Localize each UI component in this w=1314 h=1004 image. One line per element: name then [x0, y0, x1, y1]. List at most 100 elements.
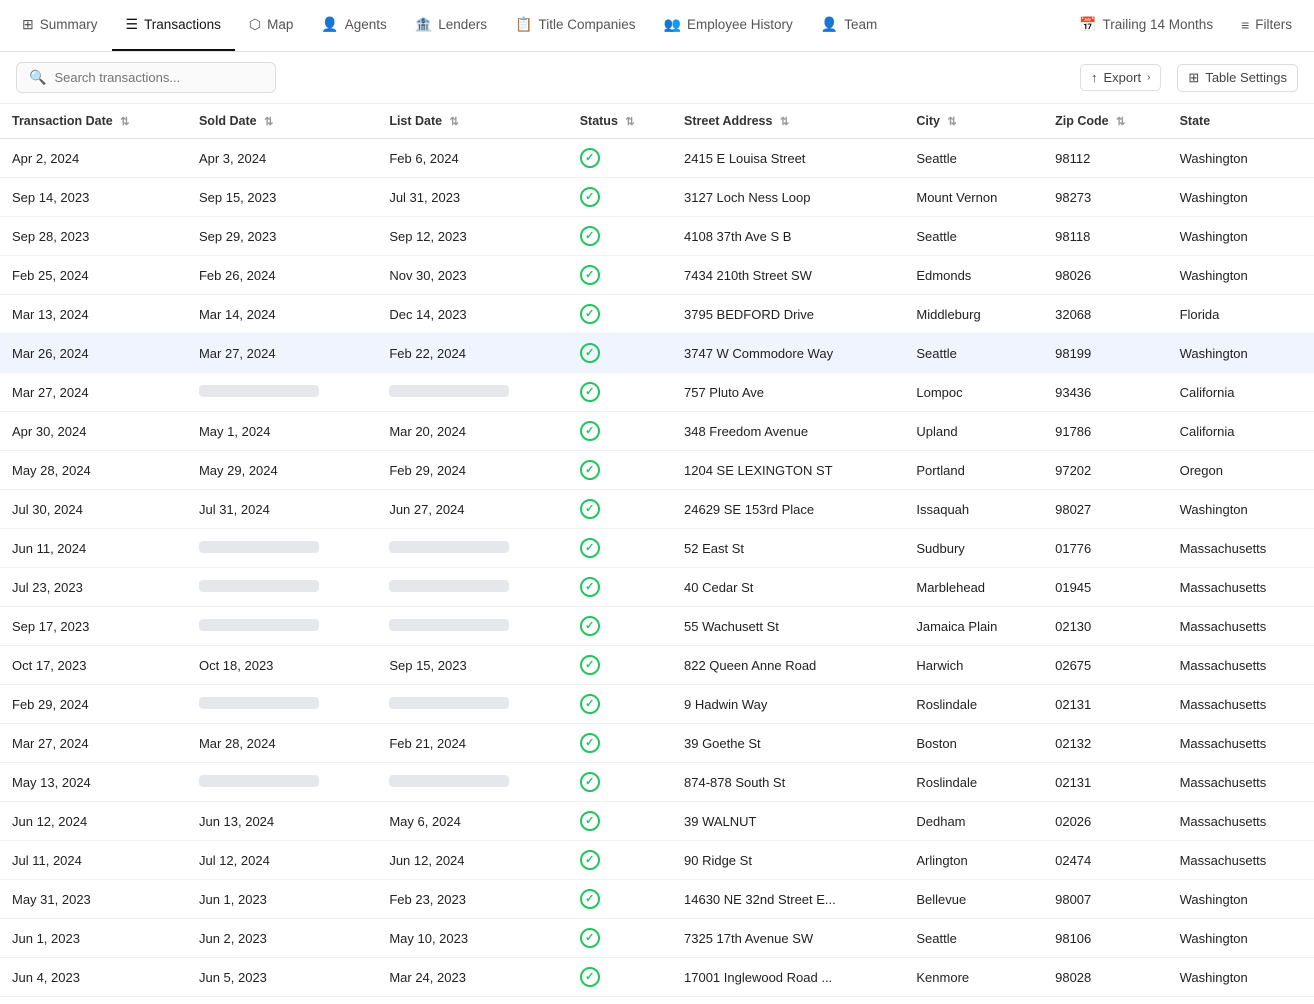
- cell-zip-code: 98112: [1043, 139, 1167, 178]
- cell-status: ✓: [568, 646, 672, 685]
- tab-team[interactable]: 👤 Team: [807, 0, 891, 51]
- status-active-icon: ✓: [580, 421, 600, 441]
- cell-list-date: Jun 12, 2024: [377, 841, 567, 880]
- cell-city: Harwich: [904, 646, 1043, 685]
- tab-filters-label: Filters: [1255, 17, 1292, 32]
- table-row[interactable]: Sep 28, 2023Sep 29, 2023Sep 12, 2023✓410…: [0, 217, 1314, 256]
- cell-city: Seattle: [904, 334, 1043, 373]
- table-row[interactable]: Oct 17, 2023Oct 18, 2023Sep 15, 2023✓822…: [0, 646, 1314, 685]
- table-settings-button[interactable]: ⊞ Table Settings: [1177, 64, 1298, 92]
- search-input[interactable]: [54, 70, 263, 85]
- search-box[interactable]: 🔍: [16, 62, 276, 93]
- tab-filters[interactable]: ≡ Filters: [1227, 0, 1306, 51]
- table-row[interactable]: May 13, 2024✓874-878 South StRoslindale0…: [0, 763, 1314, 802]
- cell-list-date: [377, 607, 567, 646]
- cell-city: Kenmore: [904, 958, 1043, 997]
- col-header-city[interactable]: City ⇅: [904, 104, 1043, 139]
- table-row[interactable]: Jun 11, 2024✓52 East StSudbury01776Massa…: [0, 529, 1314, 568]
- table-row[interactable]: Sep 17, 2023✓55 Wachusett StJamaica Plai…: [0, 607, 1314, 646]
- tab-trailing-months[interactable]: 📅 Trailing 14 Months: [1065, 0, 1227, 51]
- cell-street-address: 3747 W Commodore Way: [672, 334, 904, 373]
- export-button[interactable]: ↑ Export ›: [1080, 64, 1161, 91]
- status-active-icon: ✓: [580, 187, 600, 207]
- table-row[interactable]: Jul 23, 2023✓40 Cedar StMarblehead01945M…: [0, 568, 1314, 607]
- table-row[interactable]: May 31, 2023Jun 1, 2023Feb 23, 2023✓1463…: [0, 880, 1314, 919]
- cell-status: ✓: [568, 373, 672, 412]
- cell-transaction-date: Feb 29, 2024: [0, 685, 187, 724]
- table-row[interactable]: Mar 13, 2024Mar 14, 2024Dec 14, 2023✓379…: [0, 295, 1314, 334]
- tab-agents[interactable]: 👤 Agents: [307, 0, 400, 51]
- cell-state: Washington: [1168, 334, 1314, 373]
- tab-title-companies[interactable]: 📋 Title Companies: [501, 0, 649, 51]
- cell-street-address: 348 Freedom Avenue: [672, 412, 904, 451]
- cell-status: ✓: [568, 295, 672, 334]
- cell-state: Washington: [1168, 490, 1314, 529]
- cell-city: Roslindale: [904, 763, 1043, 802]
- table-row[interactable]: Apr 2, 2024Apr 3, 2024Feb 6, 2024✓2415 E…: [0, 139, 1314, 178]
- col-header-list-date[interactable]: List Date ⇅: [377, 104, 567, 139]
- cell-list-date: Feb 21, 2024: [377, 724, 567, 763]
- cell-list-date: Feb 6, 2024: [377, 139, 567, 178]
- table-row[interactable]: Jul 30, 2024Jul 31, 2024Jun 27, 2024✓246…: [0, 490, 1314, 529]
- cell-state: California: [1168, 373, 1314, 412]
- cell-status: ✓: [568, 724, 672, 763]
- table-row[interactable]: Jun 12, 2024Jun 13, 2024May 6, 2024✓39 W…: [0, 802, 1314, 841]
- cell-list-date: Dec 14, 2023: [377, 295, 567, 334]
- tab-employee-history[interactable]: 👥 Employee History: [650, 0, 807, 51]
- table-row[interactable]: Jul 11, 2024Jul 12, 2024Jun 12, 2024✓90 …: [0, 841, 1314, 880]
- cell-sold-date: Mar 28, 2024: [187, 724, 377, 763]
- col-header-street-address[interactable]: Street Address ⇅: [672, 104, 904, 139]
- tab-lenders[interactable]: 🏦 Lenders: [401, 0, 501, 51]
- table-row[interactable]: Mar 26, 2024Mar 27, 2024Feb 22, 2024✓374…: [0, 334, 1314, 373]
- cell-sold-date: May 29, 2024: [187, 451, 377, 490]
- cell-status: ✓: [568, 529, 672, 568]
- employee-history-icon: 👥: [664, 16, 681, 33]
- cell-transaction-date: Jun 1, 2023: [0, 919, 187, 958]
- table-settings-icon: ⊞: [1188, 70, 1199, 86]
- table-row[interactable]: Feb 29, 2024✓9 Hadwin WayRoslindale02131…: [0, 685, 1314, 724]
- cell-city: Sudbury: [904, 529, 1043, 568]
- cell-sold-date: Jun 13, 2024: [187, 802, 377, 841]
- cell-street-address: 7325 17th Avenue SW: [672, 919, 904, 958]
- cell-zip-code: 98118: [1043, 217, 1167, 256]
- cell-city: Portland: [904, 451, 1043, 490]
- tab-map[interactable]: ⬡ Map: [235, 0, 308, 51]
- col-header-sold-date[interactable]: Sold Date ⇅: [187, 104, 377, 139]
- table-row[interactable]: May 28, 2024May 29, 2024Feb 29, 2024✓120…: [0, 451, 1314, 490]
- table-row[interactable]: Jun 6, 2023Jun 6, 2023Jun 23, 2022✓516 S…: [0, 997, 1314, 1004]
- cell-sold-date: Jun 6, 2023: [187, 997, 377, 1004]
- cell-sold-date: Sep 29, 2023: [187, 217, 377, 256]
- col-header-state[interactable]: State: [1168, 104, 1314, 139]
- table-row[interactable]: Jun 1, 2023Jun 2, 2023May 10, 2023✓7325 …: [0, 919, 1314, 958]
- cell-status: ✓: [568, 178, 672, 217]
- cell-zip-code: 02026: [1043, 802, 1167, 841]
- status-active-icon: ✓: [580, 343, 600, 363]
- sort-icon-transaction-date: ⇅: [120, 115, 129, 128]
- cell-zip-code: 32068: [1043, 295, 1167, 334]
- tab-transactions[interactable]: ☰ Transactions: [112, 0, 235, 51]
- table-row[interactable]: Sep 14, 2023Sep 15, 2023Jul 31, 2023✓312…: [0, 178, 1314, 217]
- table-row[interactable]: Jun 4, 2023Jun 5, 2023Mar 24, 2023✓17001…: [0, 958, 1314, 997]
- table-row[interactable]: Mar 27, 2024✓757 Pluto AveLompoc93436Cal…: [0, 373, 1314, 412]
- table-row[interactable]: Mar 27, 2024Mar 28, 2024Feb 21, 2024✓39 …: [0, 724, 1314, 763]
- cell-zip-code: 02131: [1043, 685, 1167, 724]
- table-row[interactable]: Feb 25, 2024Feb 26, 2024Nov 30, 2023✓743…: [0, 256, 1314, 295]
- cell-street-address: 14630 NE 32nd Street E...: [672, 880, 904, 919]
- tab-agents-label: Agents: [345, 17, 387, 32]
- col-header-status[interactable]: Status ⇅: [568, 104, 672, 139]
- cell-zip-code: 91786: [1043, 412, 1167, 451]
- col-header-zip-code[interactable]: Zip Code ⇅: [1043, 104, 1167, 139]
- cell-status: ✓: [568, 217, 672, 256]
- table-row[interactable]: Apr 30, 2024May 1, 2024Mar 20, 2024✓348 …: [0, 412, 1314, 451]
- cell-status: ✓: [568, 490, 672, 529]
- tab-summary[interactable]: ⊞ Summary: [8, 0, 112, 51]
- cell-state: Washington: [1168, 256, 1314, 295]
- cell-list-date: May 10, 2023: [377, 919, 567, 958]
- status-active-icon: ✓: [580, 889, 600, 909]
- cell-sold-date: [187, 607, 377, 646]
- cell-zip-code: 98027: [1043, 490, 1167, 529]
- col-header-transaction-date[interactable]: Transaction Date ⇅: [0, 104, 187, 139]
- cell-zip-code: 98028: [1043, 958, 1167, 997]
- cell-sold-date: Oct 18, 2023: [187, 646, 377, 685]
- cell-sold-date: [187, 685, 377, 724]
